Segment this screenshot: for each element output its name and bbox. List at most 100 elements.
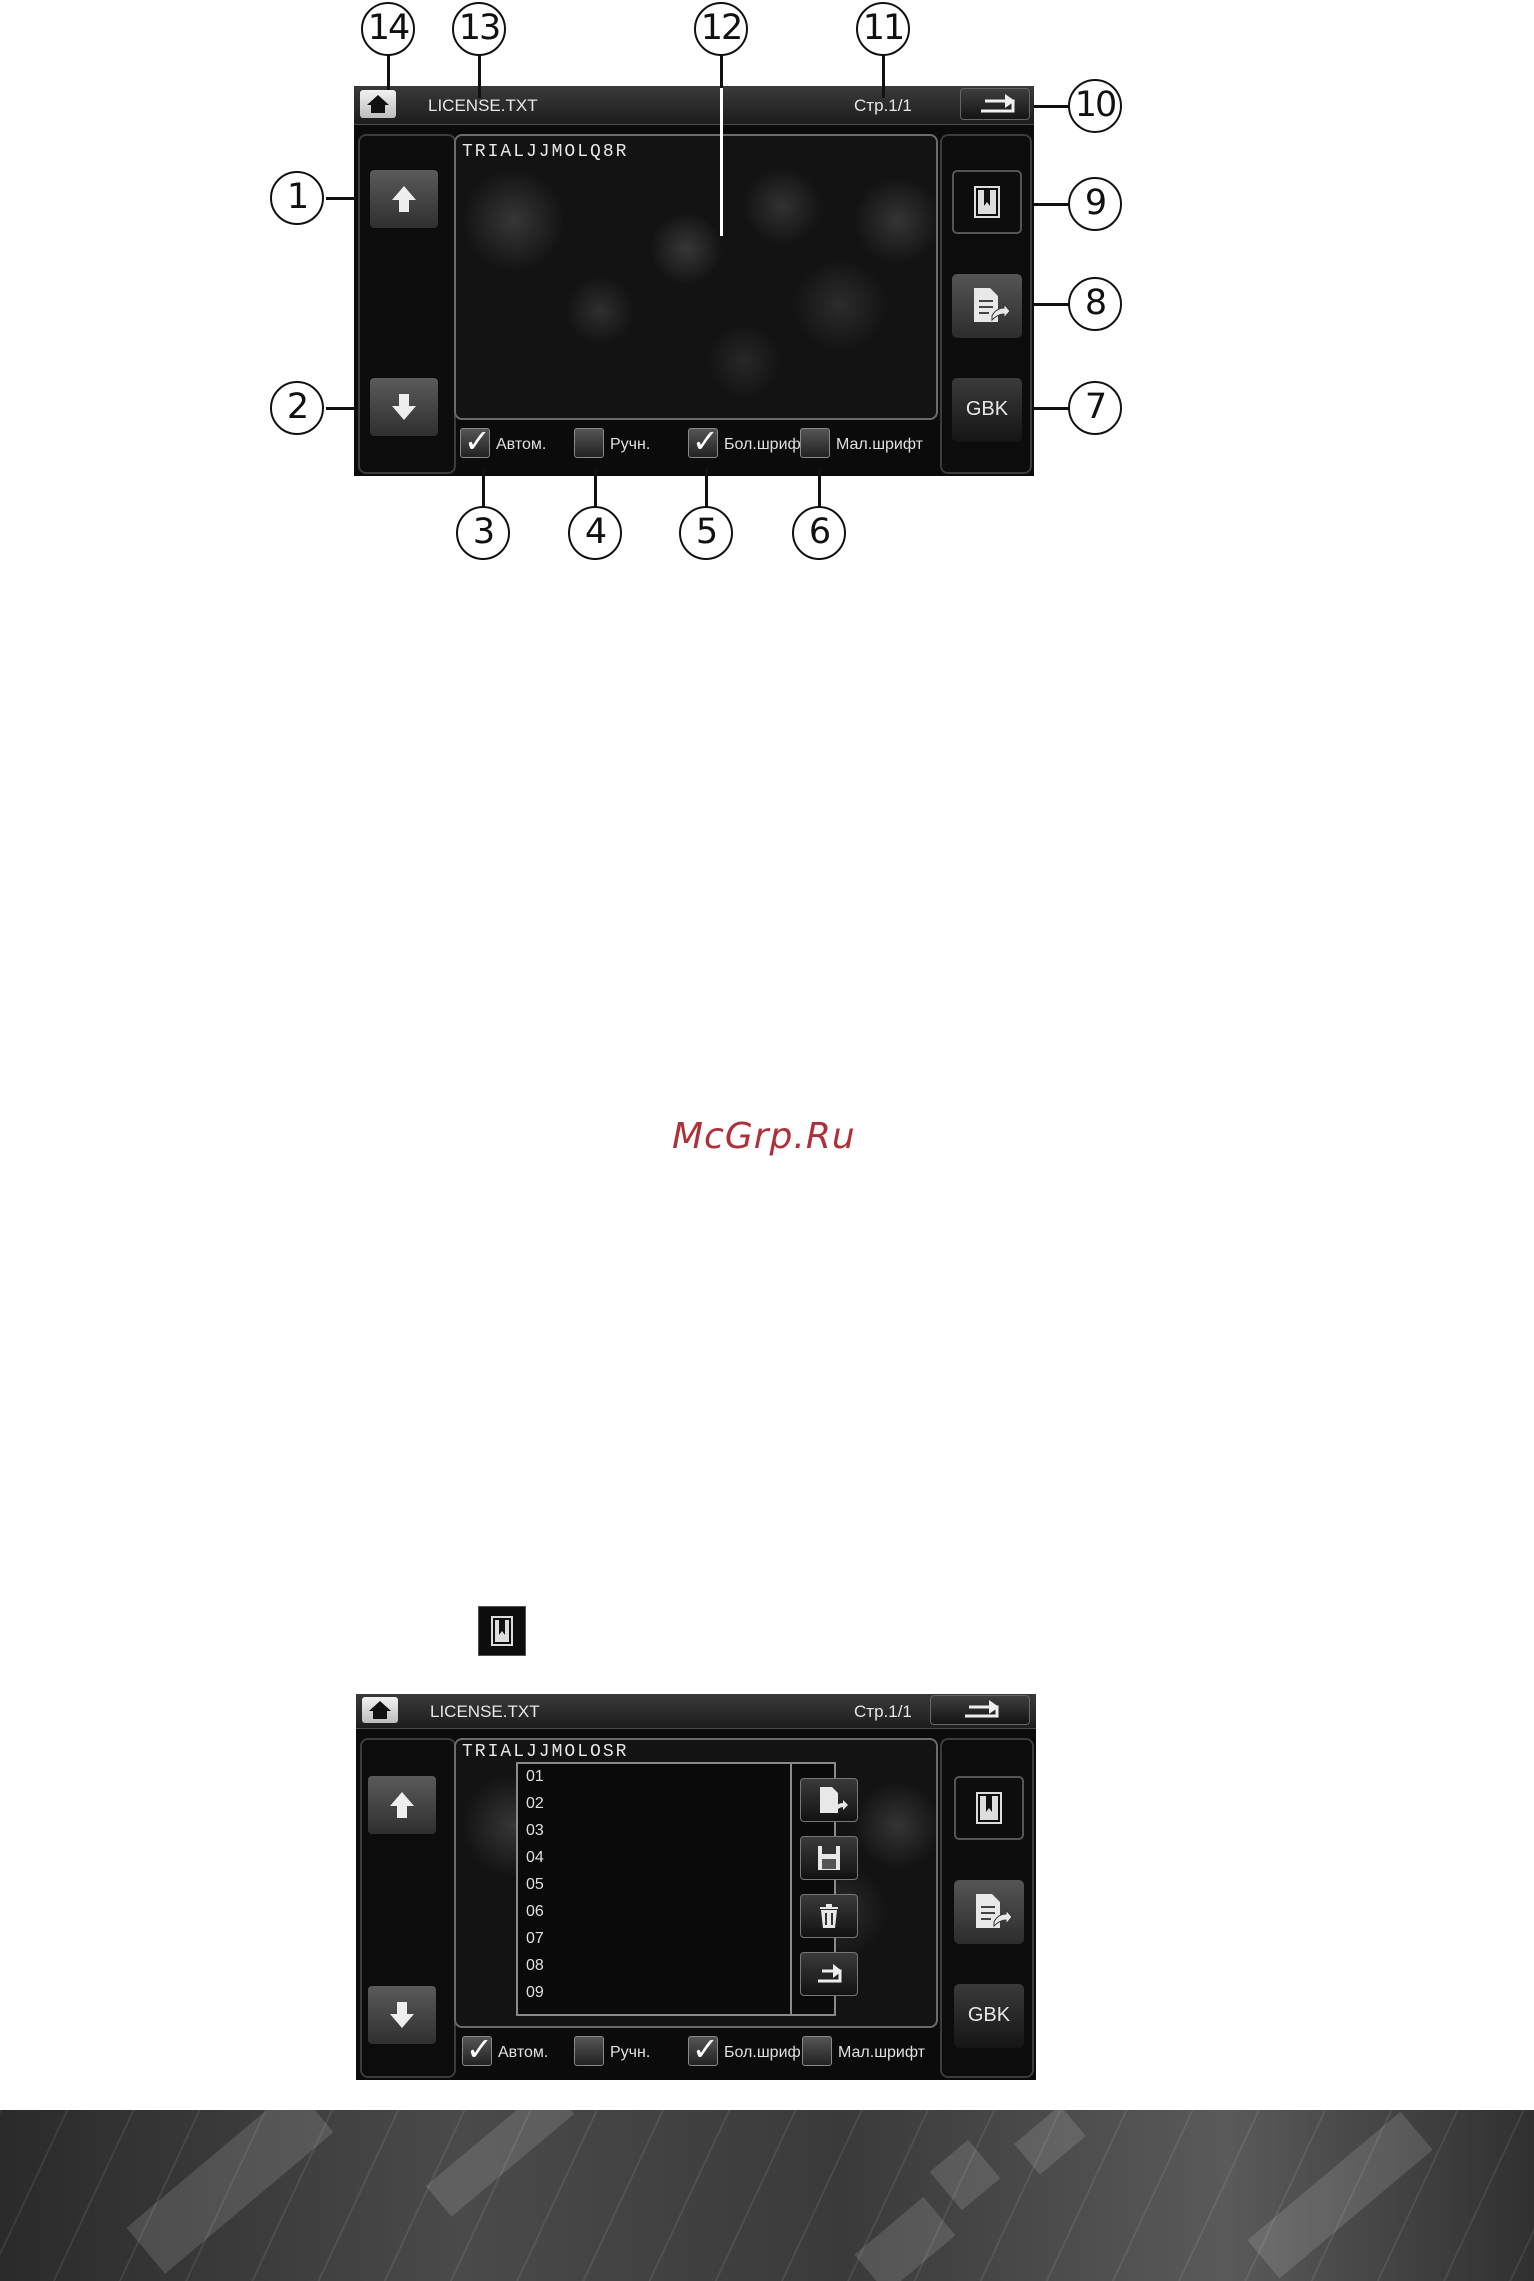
callout-line: [326, 407, 356, 410]
callout-13: 13: [452, 2, 506, 56]
callout-12: 12: [694, 2, 748, 56]
arrow-down-icon: [390, 2002, 414, 2028]
close-bookmark-panel-button[interactable]: [800, 1952, 858, 1996]
return-icon: [818, 1964, 842, 1983]
arrow-down-icon: [392, 394, 416, 420]
scroll-down-button[interactable]: [368, 1986, 436, 2044]
footer-tile: [126, 2110, 334, 2274]
bookmark-item[interactable]: 02: [526, 1795, 544, 1813]
return-icon: [981, 94, 1015, 113]
goto-bookmark-button[interactable]: [800, 1778, 858, 1822]
footer-tile: [1014, 2110, 1086, 2175]
manual-checkbox[interactable]: [574, 2036, 604, 2066]
callout-8: 8: [1068, 277, 1122, 331]
scroll-up-button[interactable]: [370, 170, 438, 228]
callout-line: [1034, 203, 1070, 206]
auto-label: Автом.: [498, 2044, 549, 2061]
bookmark-button[interactable]: [954, 1776, 1024, 1840]
check-mark-icon: ✓: [692, 422, 719, 460]
save-bookmark-button[interactable]: [800, 1836, 858, 1880]
callout-line: [1034, 407, 1070, 410]
home-icon: [367, 95, 389, 113]
callout-line: [478, 54, 481, 98]
small-font-label: Мал.шрифт: [836, 436, 923, 453]
bookmark-item[interactable]: 08: [526, 1957, 544, 1975]
goto-bookmark-button[interactable]: [952, 274, 1022, 338]
auto-checkbox[interactable]: ✓: [462, 2031, 493, 2067]
scroll-up-button[interactable]: [368, 1776, 436, 1834]
callout-9: 9: [1068, 177, 1122, 231]
bookmark-icon: [491, 1616, 513, 1646]
callout-14: 14: [361, 2, 415, 56]
footer-tile: [1247, 2111, 1433, 2279]
file-name: LICENSE.TXT: [430, 1702, 540, 1721]
big-font-label: Бол.шриф: [724, 2044, 801, 2061]
check-mark-icon: ✓: [464, 422, 491, 460]
goto-bookmark-icon: [820, 1787, 848, 1813]
gbk-encoding-button[interactable]: GBK: [952, 378, 1022, 442]
bookmark-list-panel: [516, 1762, 836, 2016]
text-viewer-screen-2: LICENSE.TXT Стр.1/1 TRIALJJMOLOSR 01 02 …: [356, 1694, 1036, 2080]
callout-2: 2: [270, 381, 324, 435]
text-display-area[interactable]: TRIALJJMOLQ8R: [454, 134, 938, 420]
auto-checkbox[interactable]: ✓: [460, 423, 491, 459]
back-button[interactable]: [960, 88, 1030, 120]
page-counter: Стр.1/1: [854, 1702, 912, 1721]
save-icon: [818, 1846, 840, 1870]
callout-11: 11: [856, 2, 910, 56]
footer-tile: [854, 2196, 956, 2281]
home-icon: [369, 1701, 391, 1719]
back-button[interactable]: [930, 1695, 1030, 1725]
callout-line: [326, 197, 356, 200]
small-font-label: Мал.шрифт: [838, 2044, 925, 2061]
bookmark-item[interactable]: 04: [526, 1849, 544, 1867]
bookmark-item[interactable]: 06: [526, 1903, 544, 1921]
footer-tile: [929, 2139, 1001, 2211]
arrow-up-icon: [390, 1792, 414, 1818]
scroll-down-button[interactable]: [370, 378, 438, 436]
callout-5: 5: [679, 506, 733, 560]
goto-bookmark-button[interactable]: [954, 1880, 1024, 1944]
callout-4: 4: [568, 506, 622, 560]
callout-line: [720, 54, 723, 88]
small-font-checkbox[interactable]: [800, 428, 830, 458]
file-name: LICENSE.TXT: [428, 96, 538, 115]
goto-bookmark-icon: [976, 1894, 1013, 1928]
manual-label: Ручн.: [610, 436, 651, 453]
small-font-checkbox[interactable]: [802, 2036, 832, 2066]
page-counter: Стр.1/1: [854, 96, 912, 115]
gbk-encoding-button[interactable]: GBK: [954, 1984, 1024, 2048]
callout-line: [882, 54, 885, 98]
callout-7: 7: [1068, 381, 1122, 435]
delete-bookmark-button[interactable]: [800, 1894, 858, 1938]
callout-6: 6: [792, 506, 846, 560]
manual-label: Ручн.: [610, 2044, 651, 2061]
bookmark-list-divider: [790, 1764, 792, 2014]
inline-bookmark-icon: [478, 1606, 526, 1656]
footer-tile: [425, 2110, 575, 2217]
return-icon: [965, 1700, 999, 1718]
bookmark-item[interactable]: 03: [526, 1822, 544, 1840]
bookmark-item[interactable]: 05: [526, 1876, 544, 1894]
home-button[interactable]: [360, 90, 396, 118]
callout-10: 10: [1068, 79, 1122, 133]
auto-label: Автом.: [496, 436, 547, 453]
big-font-checkbox[interactable]: ✓: [688, 2031, 719, 2067]
manual-checkbox[interactable]: [574, 428, 604, 458]
document-text: TRIALJJMOLQ8R: [462, 142, 629, 162]
text-viewer-screen-1: LICENSE.TXT Стр.1/1 TRIALJJMOLQ8R GBK ✓ …: [354, 86, 1034, 476]
goto-bookmark-icon: [974, 288, 1011, 322]
bookmark-item[interactable]: 07: [526, 1930, 544, 1948]
big-font-label: Бол.шриф: [724, 436, 801, 453]
bookmark-item[interactable]: 01: [526, 1768, 544, 1786]
bookmark-icon: [976, 1792, 1002, 1824]
delete-icon: [820, 1904, 838, 1928]
bookmark-button[interactable]: [952, 170, 1022, 234]
check-mark-icon: ✓: [466, 2030, 493, 2068]
big-font-checkbox[interactable]: ✓: [688, 423, 719, 459]
home-button[interactable]: [362, 1697, 398, 1723]
watermark: McGrp.Ru: [672, 1116, 856, 1157]
bookmark-icon: [974, 186, 1000, 218]
callout-3: 3: [456, 506, 510, 560]
bookmark-item[interactable]: 09: [526, 1984, 544, 2002]
